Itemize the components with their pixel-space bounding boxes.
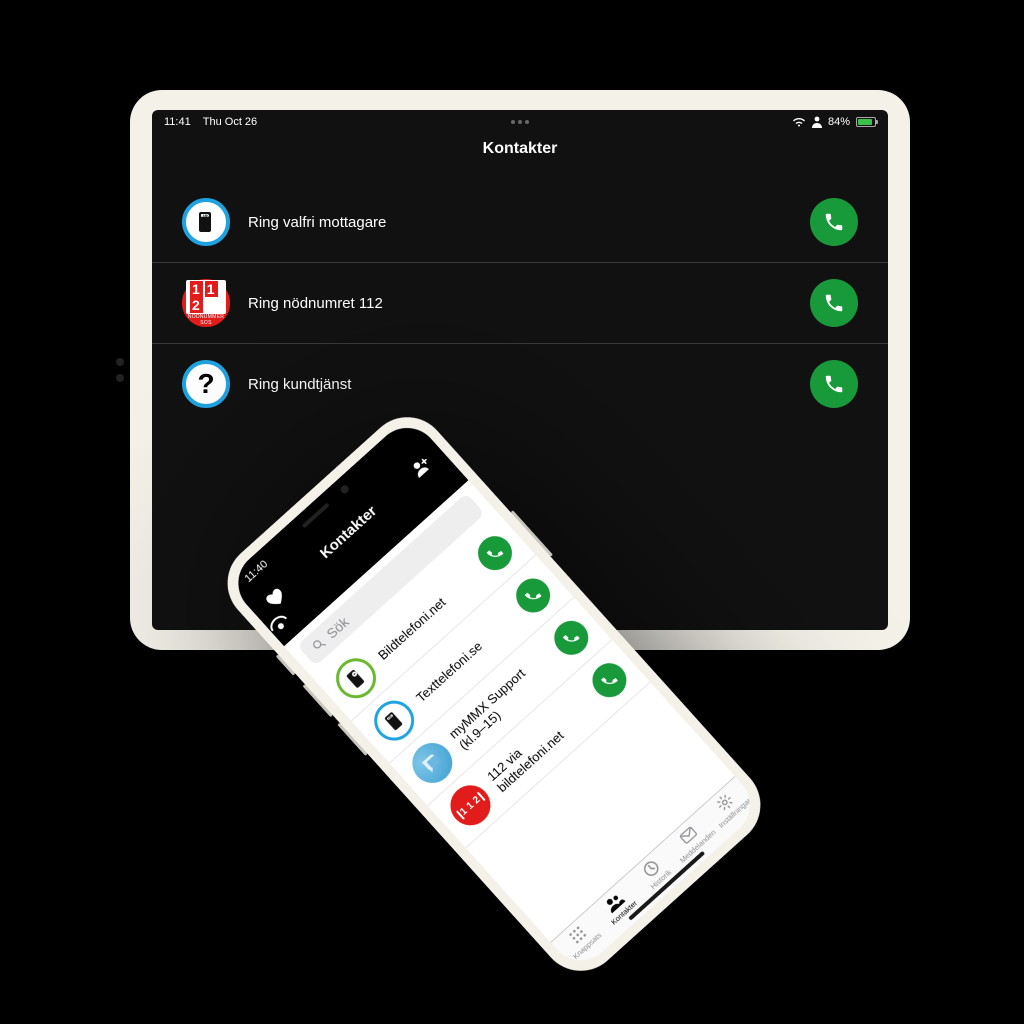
dialpad-icon: ABC: [182, 198, 230, 246]
question-icon: ?: [182, 360, 230, 408]
contact-row-any-recipient[interactable]: ABC Ring valfri mottagare: [152, 182, 888, 263]
call-button[interactable]: [585, 656, 633, 704]
call-button[interactable]: [509, 571, 557, 619]
call-button[interactable]: [810, 279, 858, 327]
page-title: Kontakter: [152, 130, 888, 182]
search-icon: [309, 635, 329, 655]
call-button[interactable]: [547, 614, 595, 662]
battery-icon: [856, 117, 876, 127]
search-placeholder: Sök: [323, 614, 352, 642]
contact-label: Ring nödnumret 112: [248, 295, 792, 312]
call-button[interactable]: [810, 198, 858, 246]
contact-row-emergency-112[interactable]: 112 NÖDNUMMER SOS Ring nödnumret 112: [152, 263, 888, 344]
call-button[interactable]: [810, 360, 858, 408]
svg-text:ABC: ABC: [203, 214, 211, 218]
status-left: 11:41 Thu Oct 26: [164, 116, 257, 128]
emergency-112-icon: 112: [442, 777, 498, 833]
person-icon: [812, 116, 822, 128]
status-time: 11:41: [164, 116, 191, 128]
tablet-contact-list: ABC Ring valfri mottagare 112 NÖDNUMMER …: [152, 182, 888, 424]
tablet-camera-dots: [116, 358, 124, 382]
tablet-status-bar: 11:41 Thu Oct 26 84%: [152, 110, 888, 130]
multitask-dots: [511, 120, 529, 124]
wifi-icon: [792, 117, 806, 127]
battery-pct: 84%: [828, 116, 850, 128]
status-date: Thu Oct 26: [203, 116, 257, 128]
call-button[interactable]: [471, 529, 519, 577]
emergency-112-icon: 112 NÖDNUMMER SOS: [182, 279, 230, 327]
contact-row-support[interactable]: ? Ring kundtjänst: [152, 344, 888, 424]
contact-label: Ring valfri mottagare: [248, 214, 792, 231]
contact-label: Ring kundtjänst: [248, 376, 792, 393]
status-right: 84%: [792, 116, 876, 128]
phone-status-time: 11:40: [242, 558, 270, 585]
